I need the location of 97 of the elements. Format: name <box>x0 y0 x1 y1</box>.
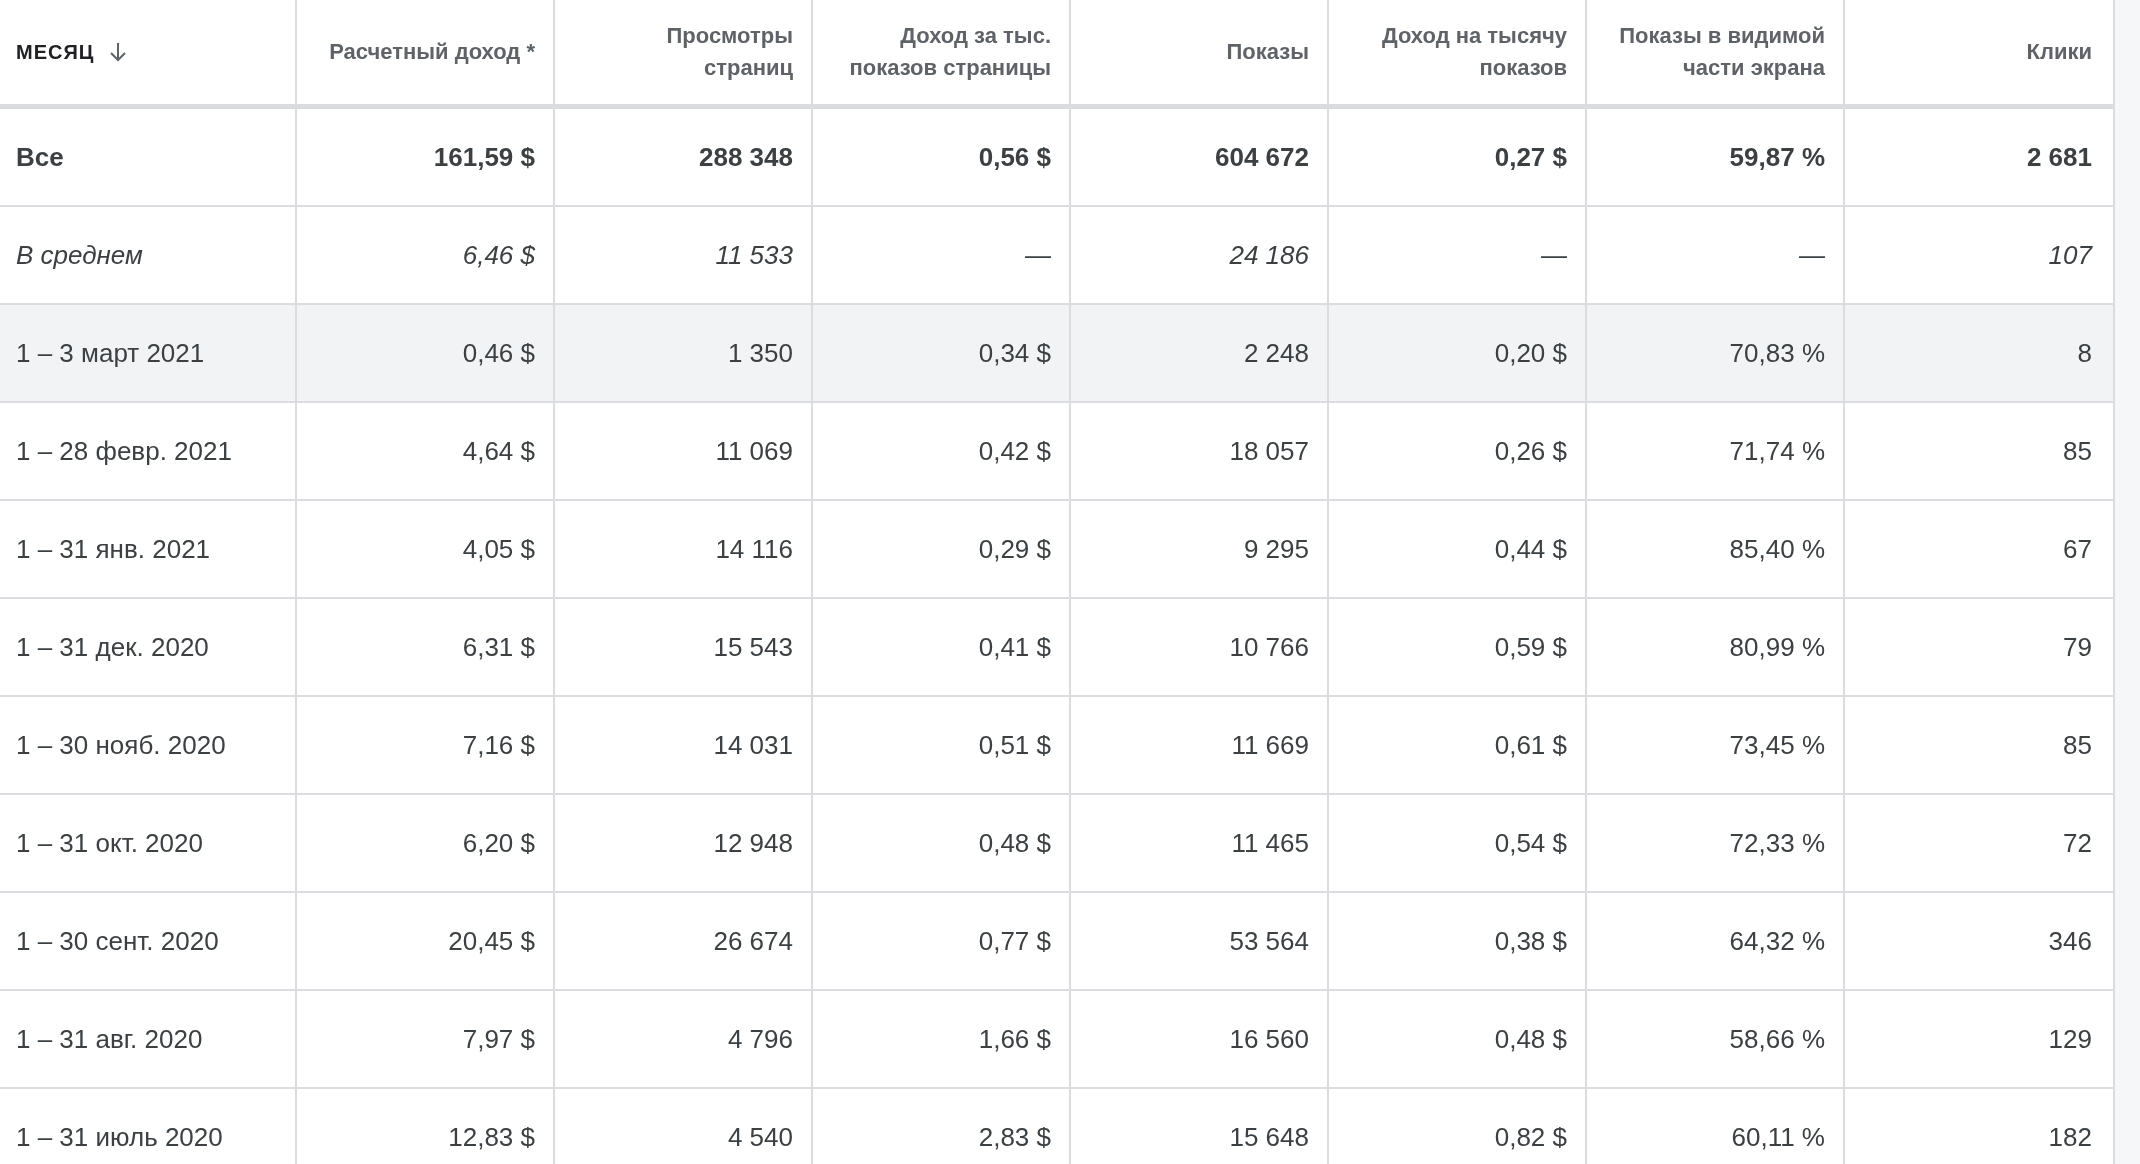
table-cell: 1 350 <box>727 337 793 369</box>
table-cell: 0,44 $ <box>1494 533 1567 565</box>
table-cell: 4,64 $ <box>462 435 535 467</box>
table-cell: 72 <box>2063 827 2092 859</box>
table-cell: Все <box>16 141 64 173</box>
table-cell: 0,29 $ <box>978 533 1051 565</box>
table-cell: 26 674 <box>713 925 793 957</box>
table-cell: 11 669 <box>1231 729 1309 761</box>
table-cell: 67 <box>2063 533 2092 565</box>
table-cell: 4 540 <box>727 1121 793 1153</box>
table-cell: 14 031 <box>713 729 793 761</box>
table-cell: 85 <box>2063 729 2092 761</box>
table-cell: 0,61 $ <box>1494 729 1567 761</box>
table-cell: 0,42 $ <box>978 435 1051 467</box>
table-cell: 0,41 $ <box>978 631 1051 663</box>
table-cell: 0,56 $ <box>978 141 1051 173</box>
table-cell: 2 681 <box>2026 141 2092 173</box>
table-cell: 1 – 30 сент. 2020 <box>16 925 219 957</box>
table-cell: 4 796 <box>727 1023 793 1055</box>
column-header[interactable]: Клики <box>2026 36 2092 68</box>
table-cell: 161,59 $ <box>433 141 535 173</box>
table-cell: 0,46 $ <box>462 337 535 369</box>
table-cell: 1 – 3 март 2021 <box>16 337 205 369</box>
table-cell: 346 <box>2048 925 2092 957</box>
column-header[interactable]: Показы в видимой части экрана <box>1605 20 1825 84</box>
table-cell: 80,99 % <box>1729 631 1825 663</box>
table-cell: 18 057 <box>1229 435 1309 467</box>
column-header[interactable]: Доход на тысячу показов <box>1347 20 1567 84</box>
table-cell: 73,45 % <box>1729 729 1825 761</box>
table-cell: — <box>1799 239 1825 271</box>
table-cell: 12,83 $ <box>448 1121 535 1153</box>
table-cell: 2,83 $ <box>978 1121 1051 1153</box>
table-cell: — <box>1025 239 1051 271</box>
table-cell: 85,40 % <box>1729 533 1825 565</box>
table-cell: 0,77 $ <box>978 925 1051 957</box>
table-cell: 58,66 % <box>1729 1023 1825 1055</box>
table-cell: 0,26 $ <box>1494 435 1567 467</box>
table-cell: 6,20 $ <box>462 827 535 859</box>
table-cell: 16 560 <box>1229 1023 1309 1055</box>
column-header[interactable]: Доход за тыс. показов страницы <box>831 20 1051 84</box>
table-cell: — <box>1541 239 1567 271</box>
table-cell: 182 <box>2048 1121 2092 1153</box>
table-cell: 0,48 $ <box>1494 1023 1567 1055</box>
sort-arrow-icon[interactable] <box>108 41 129 63</box>
table-cell: 79 <box>2063 631 2092 663</box>
table-cell: 107 <box>2048 239 2092 271</box>
column-header[interactable]: Расчетный доход * <box>329 36 535 68</box>
table-cell: 15 648 <box>1229 1121 1309 1153</box>
table-cell: 1 – 31 июль 2020 <box>16 1121 223 1153</box>
table-cell: В среднем <box>16 239 143 271</box>
table-cell: 10 766 <box>1229 631 1309 663</box>
table-cell: 70,83 % <box>1729 337 1825 369</box>
table-cell: 11 533 <box>715 239 793 271</box>
table-cell: 14 116 <box>715 533 793 565</box>
table-cell: 72,33 % <box>1729 827 1825 859</box>
table-cell: 15 543 <box>713 631 793 663</box>
table-cell: 11 069 <box>715 435 793 467</box>
table-cell: 0,34 $ <box>978 337 1051 369</box>
table-cell: 85 <box>2063 435 2092 467</box>
table-cell: 12 948 <box>713 827 793 859</box>
table-cell: 4,05 $ <box>462 533 535 565</box>
table-cell: 604 672 <box>1215 141 1309 173</box>
table-cell: 129 <box>2048 1023 2092 1055</box>
table-cell: 288 348 <box>699 141 793 173</box>
table-cell: 2 248 <box>1243 337 1309 369</box>
table-cell: 0,38 $ <box>1494 925 1567 957</box>
table-cell: 6,46 $ <box>462 239 535 271</box>
table-cell: 7,16 $ <box>462 729 535 761</box>
table-cell: 1 – 31 янв. 2021 <box>16 533 211 565</box>
column-header[interactable]: Показы <box>1226 36 1309 68</box>
table-cell: 71,74 % <box>1729 435 1825 467</box>
column-header[interactable]: МЕСЯЦ <box>16 37 95 67</box>
table-cell: 9 295 <box>1243 533 1309 565</box>
table-cell: 0,27 $ <box>1494 141 1567 173</box>
table-cell: 64,32 % <box>1729 925 1825 957</box>
table-cell: 60,11 % <box>1731 1121 1825 1153</box>
table-cell: 0,48 $ <box>978 827 1051 859</box>
table-cell: 0,59 $ <box>1494 631 1567 663</box>
table-cell: 1 – 30 нояб. 2020 <box>16 729 226 761</box>
table-cell: 0,51 $ <box>978 729 1051 761</box>
table-cell: 6,31 $ <box>462 631 535 663</box>
table-cell: 0,54 $ <box>1494 827 1567 859</box>
table-cell: 24 186 <box>1229 239 1309 271</box>
table-cell: 8 <box>2077 337 2092 369</box>
table-cell: 7,97 $ <box>462 1023 535 1055</box>
table-cell: 59,87 % <box>1729 141 1825 173</box>
table-cell: 1 – 28 февр. 2021 <box>16 435 232 467</box>
table-cell: 1,66 $ <box>978 1023 1051 1055</box>
table-cell: 53 564 <box>1229 925 1309 957</box>
table-cell: 1 – 31 окт. 2020 <box>16 827 203 859</box>
table-cell: 1 – 31 авг. 2020 <box>16 1023 203 1055</box>
column-header[interactable]: Просмотры страниц <box>573 20 793 84</box>
table-cell: 0,20 $ <box>1494 337 1567 369</box>
table-cell: 0,82 $ <box>1494 1121 1567 1153</box>
table-cell: 1 – 31 дек. 2020 <box>16 631 209 663</box>
table-cell: 20,45 $ <box>448 925 535 957</box>
table-cell: 11 465 <box>1231 827 1309 859</box>
